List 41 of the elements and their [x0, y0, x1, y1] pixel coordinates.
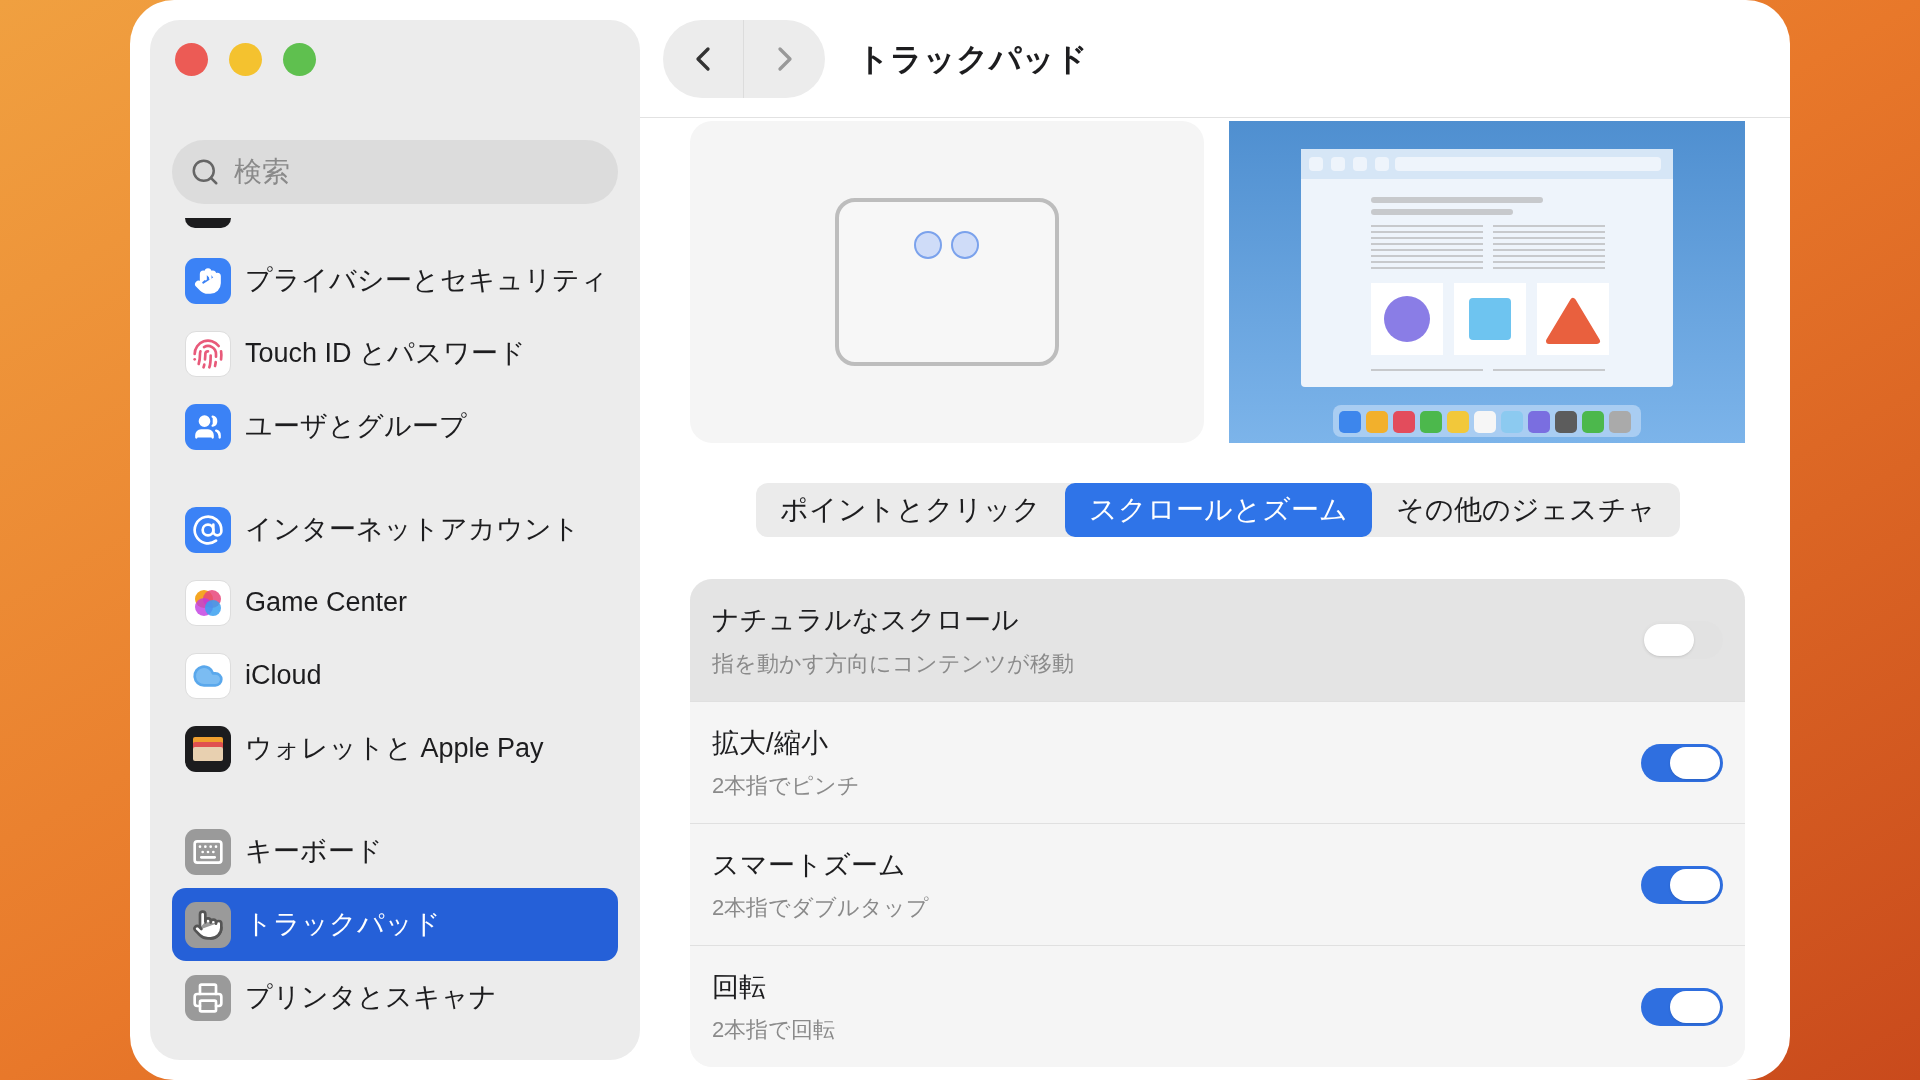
- minimize-button[interactable]: [229, 43, 262, 76]
- toggle-switch[interactable]: [1641, 987, 1723, 1026]
- setting-row[interactable]: ナチュラルなスクロール 指を動かす方向にコンテンツが移動: [690, 579, 1745, 701]
- sidebar-item[interactable]: iCloud: [172, 639, 618, 712]
- tab[interactable]: ポイントとクリック: [755, 483, 1065, 537]
- sidebar-item[interactable]: ウォレットと Apple Pay: [172, 712, 618, 785]
- keyboard-icon: [185, 828, 231, 875]
- window-title: トラックパッド: [857, 39, 1088, 79]
- setting-title: 拡大/縮小: [712, 726, 829, 760]
- tab[interactable]: スクロールとズーム: [1064, 483, 1372, 537]
- fingerprint-icon: [185, 330, 231, 377]
- sidebar-item[interactable]: ユーザとグループ: [172, 390, 618, 463]
- wallet-icon: [185, 725, 231, 772]
- setting-description: 2本指で回転: [712, 1016, 837, 1045]
- setting-title: 回転: [712, 970, 767, 1004]
- sidebar-item[interactable]: Touch ID とパスワード: [172, 317, 618, 390]
- tab[interactable]: その他のジェスチャ: [1371, 483, 1680, 537]
- sidebar-item[interactable]: プリンタとスキャナ: [172, 961, 618, 1034]
- people-icon: [185, 403, 231, 450]
- close-button[interactable]: [175, 43, 208, 76]
- cloud-icon: [185, 652, 231, 699]
- setting-description: 2本指でピンチ: [712, 772, 862, 801]
- sidebar-item[interactable]: Game Center: [172, 566, 618, 639]
- setting-title: ナチュラルなスクロール: [712, 604, 1020, 638]
- sidebar-item[interactable]: キーボード: [172, 815, 618, 888]
- printer-icon: [185, 974, 231, 1021]
- at-sign-icon: [185, 506, 231, 553]
- setting-description: 指を動かす方向にコンテンツが移動: [712, 649, 1075, 678]
- trackpad-hand-icon: [185, 901, 231, 948]
- sidebar-item[interactable]: プライバシーとセキュリティ: [172, 244, 618, 317]
- hand-icon: [185, 257, 231, 304]
- toggle-switch[interactable]: [1641, 743, 1723, 782]
- sidebar-item[interactable]: トラックパッド: [172, 888, 618, 961]
- toggle-switch[interactable]: [1641, 865, 1723, 904]
- search-field[interactable]: 検索: [172, 140, 618, 204]
- setting-title: スマートズーム: [712, 848, 907, 882]
- bubbles-icon: [185, 579, 231, 626]
- sidebar-item[interactable]: インターネットアカウント: [172, 493, 618, 566]
- zoom-button[interactable]: [283, 43, 316, 76]
- setting-description: 2本指でダブルタップ: [712, 894, 931, 923]
- search-icon: [190, 157, 220, 187]
